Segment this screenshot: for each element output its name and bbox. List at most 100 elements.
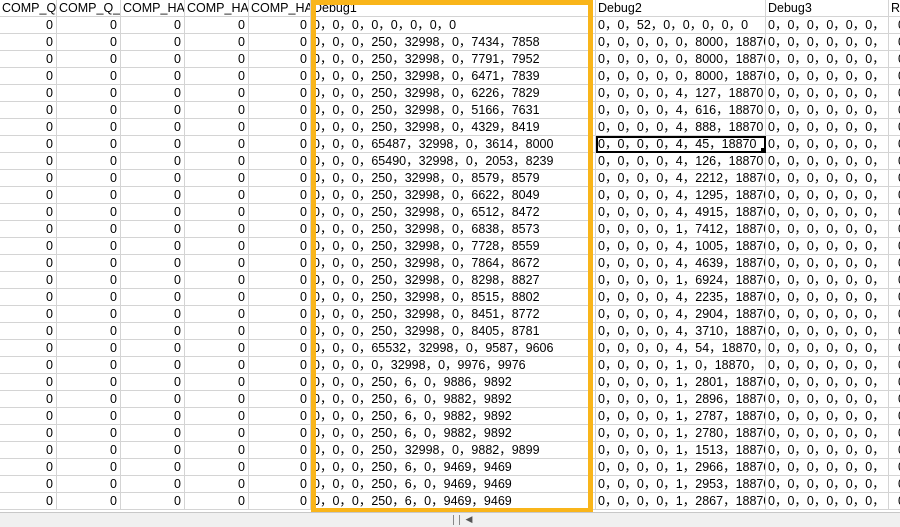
cell-debug3[interactable]: 0，0，0，0，0，0， [766, 153, 889, 170]
cell-debug1[interactable]: 0，0，0，250，6，0，9882，9892 [311, 408, 596, 425]
cell-comp-ha-3[interactable]: 0 [249, 17, 311, 34]
cell-comp-ha-2[interactable]: 0 [185, 255, 249, 272]
cell-debug3[interactable]: 0，0，0，0，0，0， [766, 340, 889, 357]
cell-comp-q-1[interactable]: 0 [0, 255, 57, 272]
cell-comp-q-2[interactable]: 0 [57, 102, 121, 119]
cell-comp-q-2[interactable]: 0 [57, 221, 121, 238]
cell-r[interactable]: 0 [889, 187, 900, 204]
cell-r[interactable]: 0 [889, 221, 900, 238]
cell-comp-q-2[interactable]: 0 [57, 323, 121, 340]
cell-r[interactable]: 0 [889, 459, 900, 476]
cell-debug2[interactable]: 0，0，0，0，1，2787，18870 [596, 408, 766, 425]
cell-comp-q-2[interactable]: 0 [57, 238, 121, 255]
cell-debug1[interactable]: 0，0，0，250，32998，0，8579，8579 [311, 170, 596, 187]
cell-comp-ha-1[interactable]: 0 [121, 68, 185, 85]
cell-r[interactable]: 0 [889, 408, 900, 425]
cell-comp-q-1[interactable]: 0 [0, 323, 57, 340]
cell-comp-ha-1[interactable]: 0 [121, 170, 185, 187]
cell-debug3[interactable]: 0，0，0，0，0，0， [766, 170, 889, 187]
cell-r[interactable]: 0 [889, 153, 900, 170]
cell-comp-q-1[interactable]: 0 [0, 459, 57, 476]
cell-debug2[interactable]: 0，0，0，0，0，8000，18870 [596, 51, 766, 68]
cell-debug2[interactable]: 0，0，0，0，4，2904，18870 [596, 306, 766, 323]
cell-comp-ha-3[interactable]: 0 [249, 289, 311, 306]
cell-comp-ha-3[interactable]: 0 [249, 306, 311, 323]
cell-comp-ha-1[interactable]: 0 [121, 476, 185, 493]
cell-comp-q-2[interactable]: 0 [57, 374, 121, 391]
cell-debug2[interactable]: 0，0，0，0，4，4639，18870 [596, 255, 766, 272]
cell-debug3[interactable]: 0，0，0，0，0，0， [766, 442, 889, 459]
cell-debug1[interactable]: 0，0，0，250，6，0，9886，9892 [311, 374, 596, 391]
cell-debug1[interactable]: 0，0，0，250，32998，0，6226，7829 [311, 85, 596, 102]
cell-debug1[interactable]: 0，0，0，250，32998，0，8515，8802 [311, 289, 596, 306]
cell-r[interactable]: 0 [889, 102, 900, 119]
cell-comp-ha-3[interactable]: 0 [249, 425, 311, 442]
cell-comp-ha-2[interactable]: 0 [185, 136, 249, 153]
cell-debug1[interactable]: 0，0，0，250，32998，0，8298，8827 [311, 272, 596, 289]
cell-comp-ha-2[interactable]: 0 [185, 357, 249, 374]
cell-comp-q-1[interactable]: 0 [0, 153, 57, 170]
cell-debug1[interactable]: 0，0，0，250，6，0，9882，9892 [311, 391, 596, 408]
cell-comp-q-2[interactable]: 0 [57, 340, 121, 357]
cell-r[interactable]: 0 [889, 493, 900, 510]
cell-debug2[interactable]: 0，0，0，0，0，8000，18870 [596, 68, 766, 85]
cell-comp-ha-3[interactable]: 0 [249, 170, 311, 187]
cell-comp-q-1[interactable]: 0 [0, 68, 57, 85]
cell-comp-ha-2[interactable]: 0 [185, 340, 249, 357]
cell-comp-q-1[interactable]: 0 [0, 34, 57, 51]
cell-comp-ha-2[interactable]: 0 [185, 153, 249, 170]
cell-comp-ha-2[interactable]: 0 [185, 289, 249, 306]
cell-debug2[interactable]: 0，0，0，0，1，2867，18870 [596, 493, 766, 510]
cell-comp-q-2[interactable]: 0 [57, 34, 121, 51]
cell-comp-ha-2[interactable]: 0 [185, 85, 249, 102]
cell-comp-ha-3[interactable]: 0 [249, 102, 311, 119]
cell-comp-q-2[interactable]: 0 [57, 493, 121, 510]
cell-comp-ha-2[interactable]: 0 [185, 51, 249, 68]
cell-comp-q-2[interactable]: 0 [57, 85, 121, 102]
cell-comp-ha-2[interactable]: 0 [185, 323, 249, 340]
cell-comp-q-1[interactable]: 0 [0, 102, 57, 119]
cell-comp-q-2[interactable]: 0 [57, 272, 121, 289]
cell-comp-ha-1[interactable]: 0 [121, 51, 185, 68]
cell-comp-ha-1[interactable]: 0 [121, 238, 185, 255]
cell-debug2[interactable]: 0，0，0，0，1，2780，18870 [596, 425, 766, 442]
horizontal-scrollbar[interactable]: ◀ [0, 512, 900, 527]
cell-comp-q-1[interactable]: 0 [0, 17, 57, 34]
cell-r[interactable]: 0 [889, 238, 900, 255]
cell-debug3[interactable]: 0，0，0，0，0，0， [766, 51, 889, 68]
cell-debug2[interactable]: 0，0，0，0，4，1295，18870 [596, 187, 766, 204]
cell-comp-q-2[interactable]: 0 [57, 136, 121, 153]
cell-comp-q-1[interactable]: 0 [0, 374, 57, 391]
cell-comp-ha-2[interactable]: 0 [185, 17, 249, 34]
cell-comp-q-1[interactable]: 0 [0, 391, 57, 408]
cell-comp-q-1[interactable]: 0 [0, 85, 57, 102]
cell-debug2[interactable]: 0，0，0，0，4，3710，18870 [596, 323, 766, 340]
cell-comp-q-1[interactable]: 0 [0, 187, 57, 204]
cell-debug3[interactable]: 0，0，0，0，0，0， [766, 187, 889, 204]
cell-comp-ha-1[interactable]: 0 [121, 289, 185, 306]
cell-comp-q-1[interactable]: 0 [0, 221, 57, 238]
cell-debug2[interactable]: 0，0，0，0，1，2953，18870 [596, 476, 766, 493]
cell-comp-ha-1[interactable]: 0 [121, 374, 185, 391]
cell-debug1[interactable]: 0，0，0，250，32998，0，8451，8772 [311, 306, 596, 323]
cell-r[interactable]: 0 [889, 136, 900, 153]
cell-comp-ha-3[interactable]: 0 [249, 408, 311, 425]
cell-comp-ha-3[interactable]: 0 [249, 238, 311, 255]
cell-comp-ha-2[interactable]: 0 [185, 408, 249, 425]
cell-debug3[interactable]: 0，0，0，0，0，0， [766, 425, 889, 442]
cell-comp-ha-1[interactable]: 0 [121, 425, 185, 442]
cell-r[interactable]: 0 [889, 476, 900, 493]
cell-debug2[interactable]: 0，0，0，0，1，6924，18870 [596, 272, 766, 289]
cell-comp-q-1[interactable]: 0 [0, 119, 57, 136]
cell-comp-q-1[interactable]: 0 [0, 306, 57, 323]
cell-comp-q-1[interactable]: 0 [0, 340, 57, 357]
cell-comp-ha-3[interactable]: 0 [249, 255, 311, 272]
cell-debug1[interactable]: 0，0，0，65532，32998，0，9587，9606 [311, 340, 596, 357]
cell-comp-ha-2[interactable]: 0 [185, 272, 249, 289]
cell-debug2[interactable]: 0，0，0，0，1，7412，18870 [596, 221, 766, 238]
cell-debug1[interactable]: 0，0，0，250，6，0，9882，9892 [311, 425, 596, 442]
cell-comp-ha-2[interactable]: 0 [185, 425, 249, 442]
cell-debug1[interactable]: 0，0，0，250，6，0，9469，9469 [311, 459, 596, 476]
cell-comp-ha-3[interactable]: 0 [249, 493, 311, 510]
cell-comp-ha-1[interactable]: 0 [121, 340, 185, 357]
